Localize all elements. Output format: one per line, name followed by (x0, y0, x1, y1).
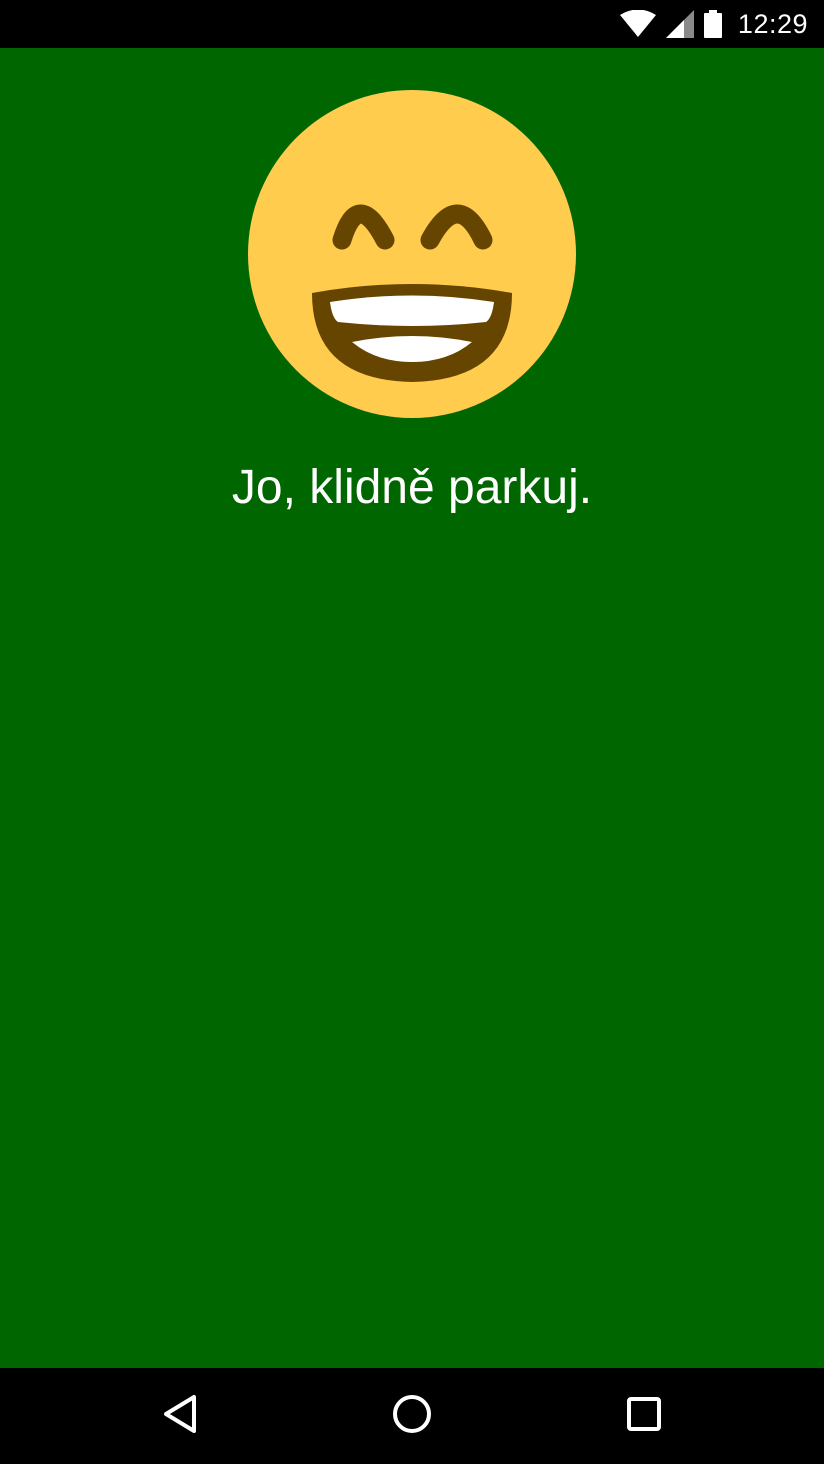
recents-icon (626, 1396, 662, 1437)
battery-icon (703, 10, 722, 38)
recents-button[interactable] (614, 1386, 674, 1446)
cell-signal-icon (665, 10, 694, 38)
status-bar: 12:29 (0, 0, 824, 48)
status-time: 12:29 (737, 8, 808, 39)
status-icons: 12:29 (619, 0, 808, 48)
grinning-face-with-smiling-eyes-icon (248, 90, 576, 418)
result-message: Jo, klidně parkuj. (231, 461, 593, 514)
home-icon (392, 1394, 432, 1439)
navigation-bar (0, 1368, 824, 1464)
wifi-icon (619, 10, 656, 38)
result-screen: Jo, klidně parkuj. (0, 48, 824, 1368)
home-button[interactable] (382, 1386, 442, 1446)
back-icon (162, 1394, 198, 1439)
back-button[interactable] (150, 1386, 210, 1446)
